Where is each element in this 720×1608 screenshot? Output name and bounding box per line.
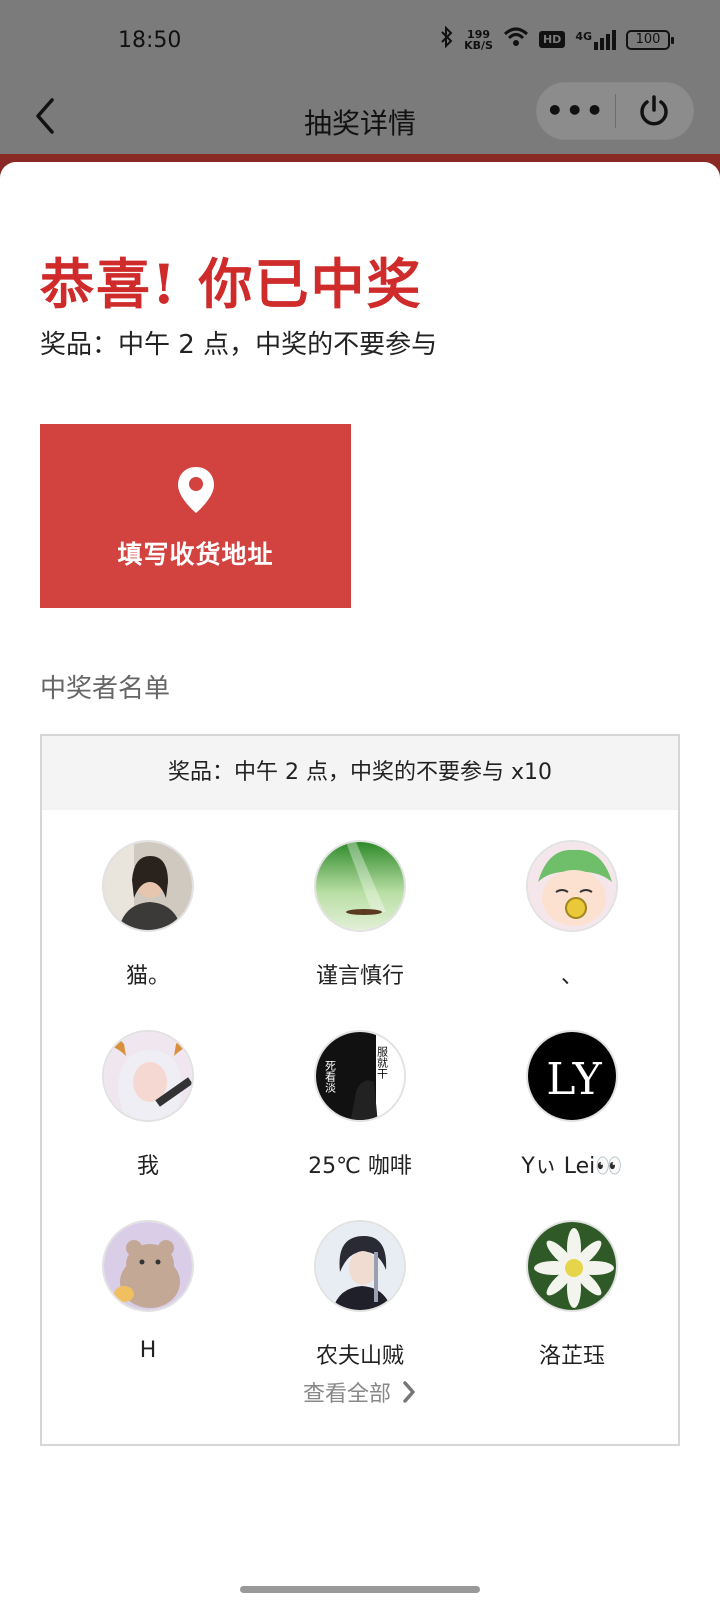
signal-icon: 4G [575, 29, 616, 50]
winner-name: H [139, 1338, 157, 1363]
winner-name: 、 [560, 964, 583, 989]
winner-name: 农夫山贼 [315, 1344, 404, 1369]
winner-item[interactable]: 我 [42, 1000, 254, 1190]
more-button[interactable]: ••• [537, 97, 615, 125]
wifi-icon [503, 27, 529, 52]
fill-address-label: 填写收货地址 [117, 540, 274, 569]
nav-bar: 抽奖详情 ••• [0, 82, 720, 154]
avatar [526, 840, 618, 932]
winner-item[interactable]: 谨言慎行 [254, 810, 466, 1000]
power-icon [640, 95, 668, 126]
home-indicator[interactable] [240, 1586, 480, 1593]
winner-name: Yぃ Lei👀 [521, 1154, 623, 1179]
close-button[interactable] [616, 94, 694, 128]
winner-item[interactable]: 猫。 [42, 810, 254, 1000]
congrats-title: 恭喜! 你已中奖 [40, 252, 423, 316]
battery-indicator: 100 [626, 29, 674, 50]
winners-box: 奖品：中午 2 点，中奖的不要参与 x10 猫。 谨言慎行 、 我 死看淡 服就… [40, 734, 680, 1446]
hd-badge: HD [538, 31, 566, 48]
winner-item[interactable]: 、 [466, 810, 678, 1000]
winner-name: 猫。 [125, 964, 170, 989]
result-sheet: 恭喜! 你已中奖 奖品：中午 2 点，中奖的不要参与 填写收货地址 中奖者名单 … [0, 162, 720, 1608]
winner-item[interactable]: H [42, 1190, 254, 1380]
winner-name: 谨言慎行 [315, 964, 404, 989]
avatar [314, 1220, 406, 1312]
prize-description: 奖品：中午 2 点，中奖的不要参与 [40, 330, 438, 360]
avatar [102, 1220, 194, 1312]
avatar-text-left: 死看淡 [324, 1060, 337, 1093]
winner-item[interactable]: 洛芷珏 [466, 1190, 678, 1380]
avatar-text-right: 服就干 [376, 1046, 389, 1080]
network-speed: 199 KB/S [464, 27, 493, 52]
winner-name: 洛芷珏 [538, 1344, 605, 1369]
view-all-link[interactable]: 查看全部 [42, 1376, 678, 1408]
winner-item[interactable]: 死看淡 服就干 25℃ 咖啡 [254, 1000, 466, 1190]
bluetooth-icon [440, 25, 454, 53]
mini-program-capsule: ••• [536, 82, 694, 140]
avatar [314, 840, 406, 932]
avatar: LY [526, 1030, 618, 1122]
status-icons: 199 KB/S HD 4G 100 [440, 25, 674, 53]
avatar [526, 1220, 618, 1312]
location-pin-icon [176, 465, 216, 519]
avatar: 死看淡 服就干 [314, 1030, 406, 1122]
fill-address-button[interactable]: 填写收货地址 [40, 424, 351, 608]
winner-name: 我 [136, 1154, 159, 1179]
chevron-right-icon [403, 1381, 415, 1403]
status-time: 18:50 [118, 28, 182, 53]
avatar-monogram: LY [546, 1054, 602, 1105]
more-icon: ••• [545, 94, 606, 127]
status-bar: 18:50 199 KB/S HD 4G 100 [0, 0, 720, 82]
avatar [102, 840, 194, 932]
winner-item[interactable]: LY Yぃ Lei👀 [466, 1000, 678, 1190]
winners-grid: 猫。 谨言慎行 、 我 死看淡 服就干 25℃ 咖啡 LY Yぃ Lei👀 H … [42, 810, 678, 1380]
avatar [102, 1030, 194, 1122]
winner-item[interactable]: 农夫山贼 [254, 1190, 466, 1380]
winners-box-header: 奖品：中午 2 点，中奖的不要参与 x10 [42, 736, 678, 810]
view-all-label: 查看全部 [302, 1382, 391, 1407]
winner-name: 25℃ 咖啡 [308, 1154, 412, 1179]
winners-heading: 中奖者名单 [40, 674, 171, 704]
